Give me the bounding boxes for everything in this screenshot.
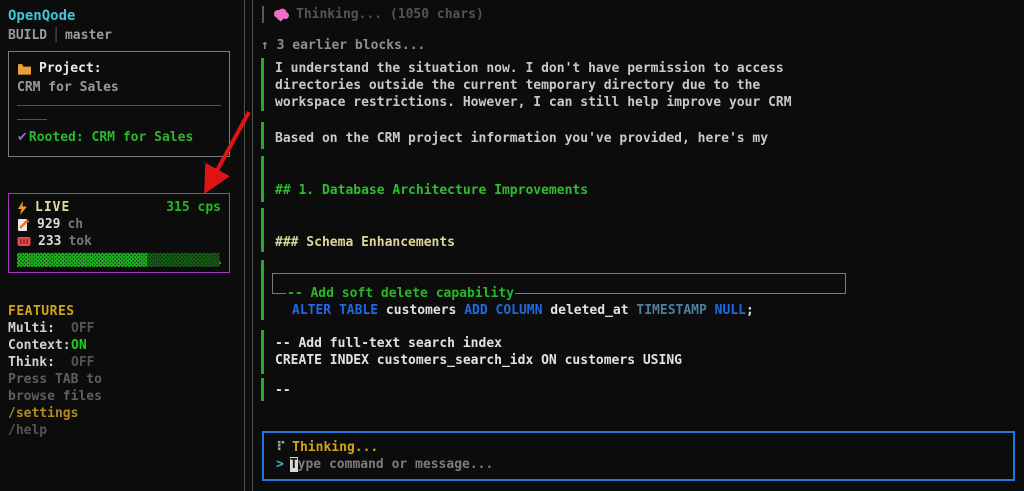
project-name: CRM for Sales [17, 79, 221, 96]
help-command[interactable]: /help [8, 422, 244, 439]
app-window: OpenQode BUILD│master Project: CRM for S… [0, 0, 1024, 491]
thinking-status-line: Thinking... (1050 chars) [262, 6, 484, 23]
tokens-unit: tok [68, 233, 91, 250]
sql-comment-line: -- Add full-text search index [275, 335, 682, 352]
build-branch-line: BUILD│master [8, 27, 244, 44]
sql-space [707, 303, 715, 318]
settings-command[interactable]: /settings [8, 405, 244, 422]
sql-code-block: -- Add soft delete capability ALTER TABL… [261, 260, 901, 320]
status-tick [262, 6, 264, 23]
tokens-row: 233 tok [17, 233, 221, 250]
sql-statement-line: CREATE INDEX customers_search_idx ON cus… [275, 352, 682, 369]
feature-think-label: Think: [8, 354, 71, 371]
sql-punctuation: ; [746, 303, 754, 318]
tab-hint-line1: Press TAB to [8, 371, 244, 388]
lightning-icon [17, 201, 28, 215]
feature-context-label: Context: [8, 337, 71, 354]
command-input-box[interactable]: ⠏ Thinking... > Type command or message... [262, 431, 1015, 481]
sql-keyword: ADD COLUMN [464, 303, 542, 318]
sql-partial-line: -- [261, 378, 291, 401]
separator: │ [47, 28, 65, 43]
branch-name: master [65, 28, 112, 43]
feature-think-value: OFF [71, 355, 94, 370]
rooted-status: ✔Rooted: CRM for Sales [17, 129, 221, 146]
assistant-message-block: Based on the CRM project information you… [261, 122, 768, 149]
app-title: OpenQode [8, 8, 244, 25]
message-line: I understand the situation now. I don't … [275, 60, 792, 77]
sql-keyword: NULL [715, 303, 746, 318]
chars-row: 929 ch [17, 216, 221, 233]
sidebar-border [244, 0, 245, 491]
sql-statement: ALTER TABLE customers ADD COLUMN deleted… [292, 302, 754, 319]
memo-icon [17, 218, 30, 232]
divider [17, 105, 221, 106]
cps-value: 315 cps [166, 199, 221, 216]
feature-multi-value: OFF [71, 321, 94, 336]
rooted-text: Rooted: CRM for Sales [29, 130, 193, 145]
check-icon: ✔ [17, 130, 28, 145]
features-section: FEATURES Multi:OFF Context:ON Think:OFF … [8, 303, 244, 439]
text-cursor[interactable]: T [290, 457, 298, 472]
build-label: BUILD [8, 28, 47, 43]
sql-type: TIMESTAMP [636, 303, 706, 318]
chat-area: Thinking... (1050 chars) ↑ 3 earlier blo… [253, 0, 1024, 491]
tab-hint-line2: browse files [8, 388, 244, 405]
feature-multi-label: Multi: [8, 320, 71, 337]
project-header: Project: [17, 60, 221, 77]
input-status-line: ⠏ Thinking... [276, 439, 1013, 456]
message-line: workspace restrictions. However, I can s… [275, 94, 792, 111]
sql-code-lines: -- Add full-text search indexCREATE INDE… [261, 330, 682, 374]
feature-context-value: ON [71, 338, 87, 353]
live-stats-panel: LIVE 315 cps 929 ch 233 tok ▓▓▓▓▓▓▓▓▓▓▓▓… [8, 193, 230, 273]
assistant-message-block: I understand the situation now. I don't … [261, 58, 792, 111]
feature-multi: Multi:OFF [8, 320, 244, 337]
markdown-heading-2: ## 1. Database Architecture Improvements [261, 156, 588, 202]
project-panel: Project: CRM for Sales ✔Rooted: CRM for … [8, 51, 230, 157]
progress-remaining: ▓▓▓▓▓▓▓▓▓▓ [147, 253, 219, 267]
tokens-value: 233 [38, 233, 61, 250]
feature-think: Think:OFF [8, 354, 244, 371]
input-placeholder: ype command or message... [298, 457, 494, 472]
brain-icon [273, 8, 290, 22]
sql-identifier: customers [378, 303, 464, 318]
project-label: Project: [39, 60, 102, 77]
ticket-icon [17, 236, 31, 247]
sidebar: OpenQode BUILD│master Project: CRM for S… [0, 0, 244, 491]
progress-filled: ▓▓▓▓▓▓▓▓▓▓▓▓▓▓▓▓▓▓ [17, 253, 147, 267]
code-panel-title: -- Add soft delete capability [286, 285, 515, 302]
sql-keyword: ALTER TABLE [292, 303, 378, 318]
markdown-heading-3: ### Schema Enhancements [261, 208, 455, 252]
message-line: directories outside the current temporar… [275, 77, 792, 94]
input-thinking-status: Thinking... [292, 440, 378, 455]
chars-unit: ch [67, 216, 83, 233]
stream-progress-bar: ▓▓▓▓▓▓▓▓▓▓▓▓▓▓▓▓▓▓▓▓▓▓▓▓▓▓▓▓… [17, 252, 221, 269]
divider-short [17, 119, 47, 120]
earlier-blocks-indicator[interactable]: ↑ 3 earlier blocks... [261, 37, 425, 54]
live-row: LIVE 315 cps [17, 199, 221, 216]
thinking-status-text: Thinking... (1050 chars) [296, 6, 484, 23]
chars-value: 929 [37, 216, 60, 233]
sql-identifier: deleted_at [542, 303, 636, 318]
feature-context: Context:ON [8, 337, 244, 354]
folder-icon [17, 63, 32, 75]
features-heading: FEATURES [8, 303, 244, 320]
progress-ellipsis: … [219, 253, 221, 267]
live-label: LIVE [35, 199, 70, 216]
spinner-icon: ⠏ [276, 440, 286, 455]
prompt-icon: > [276, 457, 284, 472]
input-prompt-line[interactable]: > Type command or message... [276, 456, 1013, 473]
